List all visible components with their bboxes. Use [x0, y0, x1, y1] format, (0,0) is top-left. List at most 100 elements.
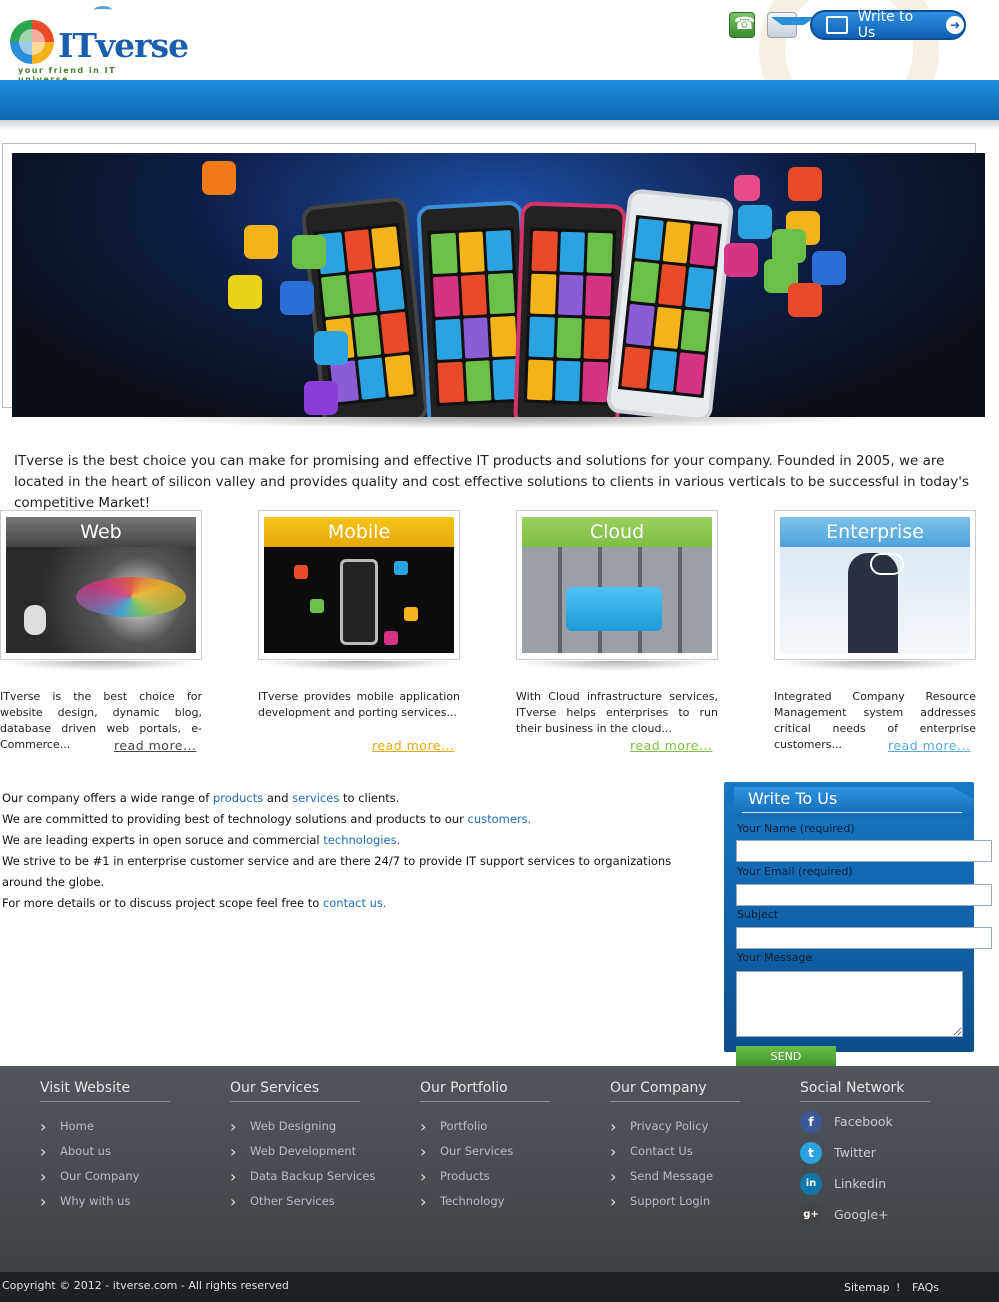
- app-cube-icon: [202, 161, 236, 195]
- enterprise-illustration: [780, 547, 970, 653]
- footer-link-our-company[interactable]: Our Company: [40, 1164, 170, 1189]
- contact-us-link[interactable]: contact us.: [323, 896, 387, 910]
- faqs-link[interactable]: FAQs: [912, 1281, 939, 1294]
- read-more-cloud-link[interactable]: read more...: [630, 738, 712, 753]
- googleplus-icon: g+: [800, 1204, 822, 1226]
- logo-globe-icon: [10, 20, 54, 64]
- footer-link-technology[interactable]: Technology: [420, 1189, 550, 1214]
- footer-link-support-login[interactable]: Support Login: [610, 1189, 740, 1214]
- footer-column-title: Our Services: [230, 1080, 360, 1102]
- company-line: For more details or to discuss project s…: [2, 893, 682, 914]
- intro-paragraph: ITverse is the best choice you can make …: [14, 453, 969, 511]
- footer-link-products[interactable]: Products: [420, 1164, 550, 1189]
- logo-text: ITverse: [58, 26, 189, 65]
- technologies-link[interactable]: technologies.: [323, 833, 400, 847]
- service-title: Cloud: [522, 517, 712, 547]
- service-tile-web[interactable]: Web: [0, 510, 202, 660]
- footer-link-portfolio[interactable]: Portfolio: [420, 1114, 550, 1139]
- footer-link-other-services[interactable]: Other Services: [230, 1189, 375, 1214]
- read-more-web-link[interactable]: read more...: [114, 738, 196, 753]
- social-link-facebook[interactable]: f Facebook: [800, 1106, 930, 1137]
- app-cube-icon: [738, 205, 772, 239]
- send-button[interactable]: SEND: [736, 1046, 836, 1068]
- footer-link-data-backup[interactable]: Data Backup Services: [230, 1164, 375, 1189]
- customers-link[interactable]: customers.: [468, 812, 532, 826]
- company-text: and: [263, 791, 293, 805]
- footer-link-privacy-policy[interactable]: Privacy Policy: [610, 1114, 740, 1139]
- footer-link-why-with-us[interactable]: Why with us: [40, 1189, 170, 1214]
- footer-column-social-network: Social Network f Facebook t Twitter in Link…: [800, 1080, 930, 1230]
- message-textarea[interactable]: [736, 971, 963, 1037]
- footer-link-our-services[interactable]: Our Services: [420, 1139, 550, 1164]
- phone-icon[interactable]: [729, 12, 755, 38]
- arrow-right-icon: ➜: [946, 16, 964, 34]
- social-label: Twitter: [834, 1145, 876, 1160]
- products-link[interactable]: products: [213, 791, 263, 805]
- subject-label: Subject: [737, 908, 779, 921]
- social-link-googleplus[interactable]: g+ Google+: [800, 1199, 930, 1230]
- company-info: Our company offers a wide range of produ…: [2, 788, 682, 914]
- app-cube-icon: [314, 331, 348, 365]
- footer-separator: !: [896, 1281, 901, 1294]
- footer-column-visit-website: Visit Website Home About us Our Company …: [40, 1080, 170, 1214]
- app-cube-icon: [772, 229, 806, 263]
- company-text: We are leading experts in open soruce an…: [2, 833, 324, 847]
- email-input[interactable]: [736, 884, 992, 906]
- footer-link-web-development[interactable]: Web Development: [230, 1139, 375, 1164]
- company-line: We are leading experts in open soruce an…: [2, 830, 682, 851]
- form-title-divider: [742, 812, 962, 813]
- app-cube-icon: [788, 283, 822, 317]
- services-link[interactable]: services: [292, 791, 339, 805]
- subject-input[interactable]: [736, 927, 992, 949]
- social-label: Linkedin: [834, 1176, 887, 1191]
- app-cube-icon: [280, 281, 314, 315]
- form-title: Write To Us: [748, 789, 838, 808]
- social-link-linkedin[interactable]: in Linkedin: [800, 1168, 930, 1199]
- cloud-keyboard-illustration: [522, 547, 712, 653]
- read-more-mobile-link[interactable]: read more...: [372, 738, 454, 753]
- footer-link-web-designing[interactable]: Web Designing: [230, 1114, 375, 1139]
- social-label: Facebook: [834, 1114, 893, 1129]
- service-tile-cloud[interactable]: Cloud: [516, 510, 718, 660]
- service-title: Web: [6, 517, 196, 547]
- read-more-enterprise-link[interactable]: read more...: [888, 738, 970, 753]
- company-text: For more details or to discuss project s…: [2, 896, 323, 910]
- hero-slider-image[interactable]: [12, 153, 985, 417]
- sitemap-link[interactable]: Sitemap: [844, 1281, 890, 1294]
- app-cube-icon: [244, 225, 278, 259]
- company-text: We are committed to providing best of te…: [2, 812, 468, 826]
- app-cube-icon: [292, 235, 326, 269]
- app-cube-icon: [724, 243, 758, 277]
- company-line: Our company offers a wide range of produ…: [2, 788, 682, 809]
- service-description: With Cloud infrastructure services, ITve…: [516, 690, 718, 735]
- navigation-bar: [0, 80, 999, 120]
- name-input[interactable]: [736, 840, 992, 862]
- footer-column-our-company: Our Company Privacy Policy Contact Us Se…: [610, 1080, 740, 1214]
- app-cube-icon: [734, 175, 760, 201]
- footer-column-our-services: Our Services Web Designing Web Developme…: [230, 1080, 375, 1214]
- footer-link-about-us[interactable]: About us: [40, 1139, 170, 1164]
- logo[interactable]: ITverse your friend in IT universe: [8, 6, 189, 84]
- twitter-icon: t: [800, 1142, 822, 1164]
- message-label: Your Message: [737, 951, 813, 964]
- footer-column-title: Our Company: [610, 1080, 740, 1102]
- social-link-twitter[interactable]: t Twitter: [800, 1137, 930, 1168]
- service-tile-mobile[interactable]: Mobile: [258, 510, 460, 660]
- mail-icon[interactable]: [767, 12, 815, 38]
- write-to-us-button[interactable]: Write to Us ➜: [810, 9, 966, 41]
- service-description: ITverse provides mobile application deve…: [258, 690, 460, 719]
- footer-column-our-portfolio: Our Portfolio Portfolio Our Services Pro…: [420, 1080, 550, 1214]
- company-text: Our company offers a wide range of: [2, 791, 213, 805]
- footer-column-title: Our Portfolio: [420, 1080, 550, 1102]
- company-line: We strive to be #1 in enterprise custome…: [2, 854, 672, 889]
- footer-link-home[interactable]: Home: [40, 1114, 170, 1139]
- footer-link-contact-us[interactable]: Contact Us: [610, 1139, 740, 1164]
- social-label: Google+: [834, 1207, 889, 1222]
- footer-column-title: Visit Website: [40, 1080, 170, 1102]
- write-to-us-label: Write to Us: [857, 9, 914, 41]
- copyright-text: Copyright © 2012 - itverse.com - All rig…: [2, 1279, 289, 1292]
- footer-link-send-message[interactable]: Send Message: [610, 1164, 740, 1189]
- service-title: Mobile: [264, 517, 454, 547]
- company-text: to clients.: [339, 791, 400, 805]
- service-tile-enterprise[interactable]: Enterprise: [774, 510, 976, 660]
